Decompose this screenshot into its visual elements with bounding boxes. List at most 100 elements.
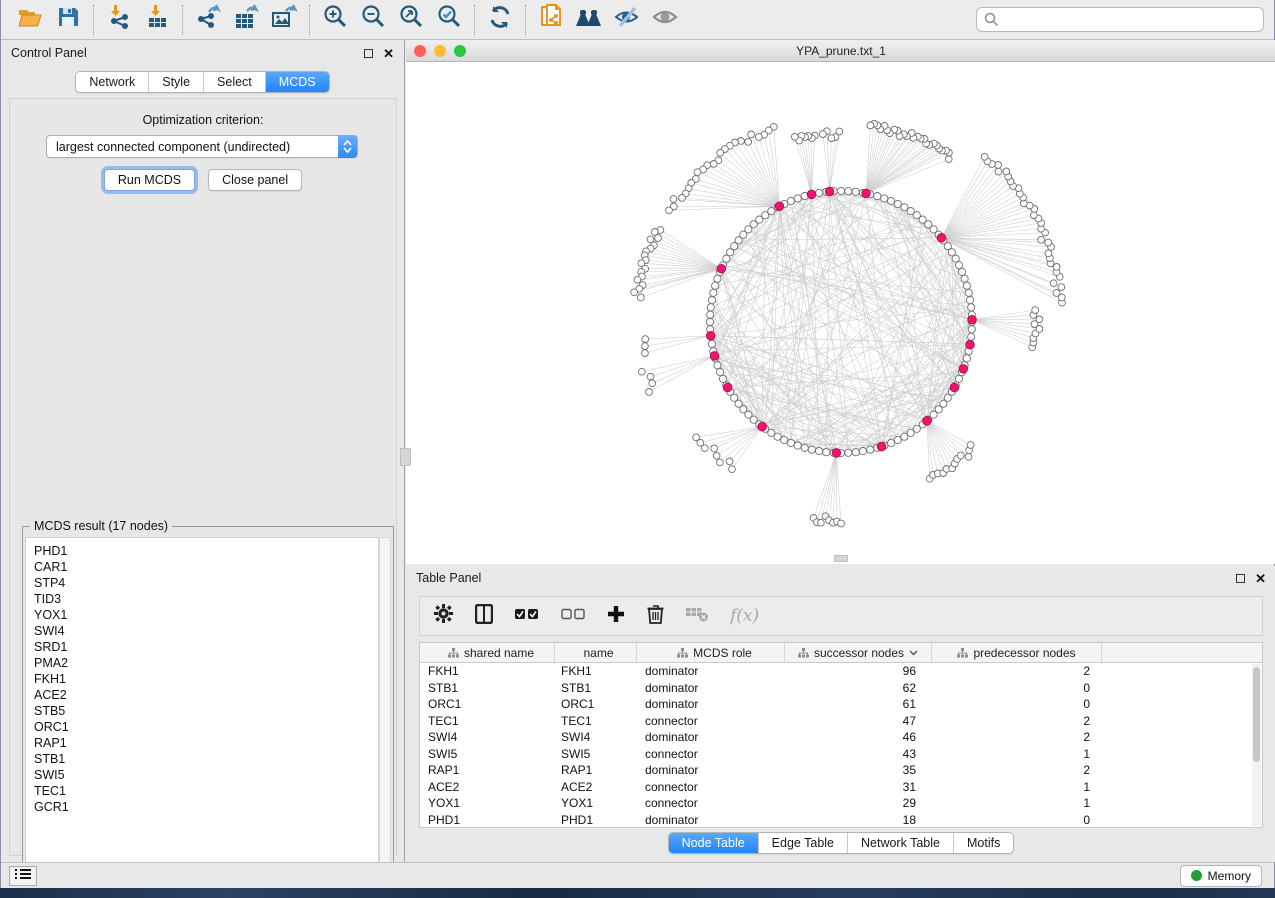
memory-button[interactable]: Memory — [1180, 865, 1262, 887]
save-session-button[interactable] — [49, 4, 87, 36]
float-panel-icon[interactable] — [1236, 574, 1245, 583]
tab-edge-table[interactable]: Edge Table — [758, 833, 847, 853]
select-all-rows-button[interactable] — [515, 607, 539, 625]
mcds-result-item[interactable]: RAP1 — [34, 735, 378, 751]
mcds-result-item[interactable]: STB5 — [34, 703, 378, 719]
export-image-button[interactable] — [265, 4, 303, 36]
eye-slashed-icon — [613, 5, 641, 34]
table-row[interactable]: PHD1 PHD1 dominator 18 0 — [420, 812, 1262, 829]
table-delete-icon — [686, 606, 708, 627]
column-header-filler — [1102, 643, 1262, 662]
hide-selected-button[interactable] — [608, 4, 646, 36]
tab-node-table[interactable]: Node Table — [669, 833, 758, 853]
mcds-result-item[interactable]: STP4 — [34, 575, 378, 591]
tab-motifs[interactable]: Motifs — [953, 833, 1013, 853]
export-table-button[interactable] — [227, 4, 265, 36]
import-table-icon — [145, 4, 169, 35]
table-header-row: shared name name MCDS role successor nod… — [420, 643, 1262, 663]
mcds-result-item[interactable]: STB1 — [34, 751, 378, 767]
horizontal-splitter-handle[interactable] — [834, 555, 848, 562]
tab-network[interactable]: Network — [76, 72, 148, 92]
open-file-button[interactable] — [11, 4, 49, 36]
delete-table-button[interactable] — [686, 606, 708, 627]
column-header-predecessor-nodes[interactable]: predecessor nodes — [932, 643, 1102, 662]
import-network-button[interactable] — [100, 4, 138, 36]
delete-column-button[interactable] — [647, 604, 664, 629]
node-table[interactable]: shared name name MCDS role successor nod… — [419, 642, 1263, 828]
network-titlebar[interactable]: YPA_prune.txt_1 — [406, 40, 1275, 62]
table-row[interactable]: TEC1 TEC1 connector 47 2 — [420, 713, 1262, 730]
close-panel-icon[interactable]: ✕ — [1255, 572, 1266, 585]
eye-gray-icon — [651, 6, 679, 33]
tab-mcds[interactable]: MCDS — [265, 72, 329, 92]
mcds-result-item[interactable]: CAR1 — [34, 559, 378, 575]
show-all-button[interactable] — [646, 4, 684, 36]
column-chooser-button[interactable] — [475, 604, 493, 629]
search-field-container — [976, 7, 1264, 32]
export-network-button[interactable] — [189, 4, 227, 36]
column-header-shared-name[interactable]: shared name — [420, 643, 555, 662]
table-row[interactable]: STB1 STB1 dominator 62 0 — [420, 680, 1262, 697]
mcds-result-item[interactable]: SRD1 — [34, 639, 378, 655]
control-panel: Control Panel ✕ Network Style Select MCD… — [1, 40, 405, 862]
table-row[interactable]: SWI4 SWI4 dominator 46 2 — [420, 729, 1262, 746]
zoom-in-button[interactable] — [316, 4, 354, 36]
mcds-result-list[interactable]: PHD1CAR1STP4TID3YOX1SWI4SRD1PMA2FKH1ACE2… — [25, 537, 379, 894]
checked-boxes-icon — [515, 607, 539, 625]
table-panel-titlebar: Table Panel ✕ — [406, 566, 1275, 590]
optimization-criterion-select[interactable]: largest connected component (undirected) — [46, 135, 358, 158]
tab-select[interactable]: Select — [203, 72, 265, 92]
toolbar-separator — [525, 5, 526, 35]
float-panel-icon[interactable] — [364, 49, 373, 58]
new-network-from-selection-button[interactable] — [532, 4, 570, 36]
application: Control Panel ✕ Network Style Select MCD… — [0, 0, 1275, 898]
save-floppy-icon — [57, 6, 79, 33]
first-neighbors-button[interactable] — [570, 4, 608, 36]
column-header-mcds-role[interactable]: MCDS role — [637, 643, 785, 662]
column-header-successor-nodes[interactable]: successor nodes — [785, 643, 932, 662]
zoom-out-button[interactable] — [354, 4, 392, 36]
network-edges — [634, 124, 1062, 524]
function-builder-button[interactable]: f(x) — [730, 606, 759, 626]
table-row[interactable]: ACE2 ACE2 connector 31 1 — [420, 779, 1262, 796]
run-mcds-button[interactable]: Run MCDS — [104, 169, 195, 191]
close-panel-icon[interactable]: ✕ — [383, 47, 394, 60]
column-header-name[interactable]: name — [555, 643, 637, 662]
mcds-result-item[interactable]: SWI4 — [34, 623, 378, 639]
mcds-result-item[interactable]: PMA2 — [34, 655, 378, 671]
table-row[interactable]: SWI5 SWI5 connector 43 1 — [420, 746, 1262, 763]
create-column-button[interactable] — [607, 605, 625, 628]
deselect-all-rows-button[interactable] — [561, 607, 585, 625]
mcds-result-item[interactable]: YOX1 — [34, 607, 378, 623]
mcds-result-item[interactable]: TEC1 — [34, 783, 378, 799]
mcds-list-scrollbar[interactable] — [379, 537, 391, 894]
network-canvas[interactable] — [406, 62, 1275, 564]
apply-layout-button[interactable] — [481, 4, 519, 36]
search-input[interactable] — [976, 7, 1264, 32]
zoom-selected-button[interactable] — [430, 4, 468, 36]
table-row[interactable]: FKH1 FKH1 dominator 96 2 — [420, 663, 1262, 680]
table-scrollbar[interactable] — [1252, 664, 1261, 826]
tab-network-table[interactable]: Network Table — [847, 833, 953, 853]
table-scrollbar-thumb[interactable] — [1253, 667, 1260, 762]
mcds-result-item[interactable]: ACE2 — [34, 687, 378, 703]
toolbar-separator — [309, 5, 310, 35]
mcds-result-item[interactable]: GCR1 — [34, 799, 378, 815]
import-table-button[interactable] — [138, 4, 176, 36]
mcds-result-item[interactable]: TID3 — [34, 591, 378, 607]
zoom-fit-button[interactable] — [392, 4, 430, 36]
tab-style[interactable]: Style — [148, 72, 203, 92]
vertical-splitter-handle[interactable] — [400, 448, 411, 466]
table-row[interactable]: RAP1 RAP1 dominator 35 2 — [420, 762, 1262, 779]
table-row[interactable]: YOX1 YOX1 connector 29 1 — [420, 795, 1262, 812]
show-panels-menu-button[interactable] — [9, 866, 37, 886]
mcds-result-item[interactable]: FKH1 — [34, 671, 378, 687]
close-panel-button[interactable]: Close panel — [208, 169, 302, 191]
mcds-result-item[interactable]: PHD1 — [34, 543, 378, 559]
table-row[interactable]: ORC1 ORC1 dominator 61 0 — [420, 696, 1262, 713]
mcds-result-item[interactable]: ORC1 — [34, 719, 378, 735]
import-network-icon — [107, 4, 131, 35]
mcds-tab-panel: Optimization criterion: largest connecte… — [9, 98, 397, 856]
table-settings-button[interactable] — [434, 604, 453, 628]
mcds-result-item[interactable]: SWI5 — [34, 767, 378, 783]
